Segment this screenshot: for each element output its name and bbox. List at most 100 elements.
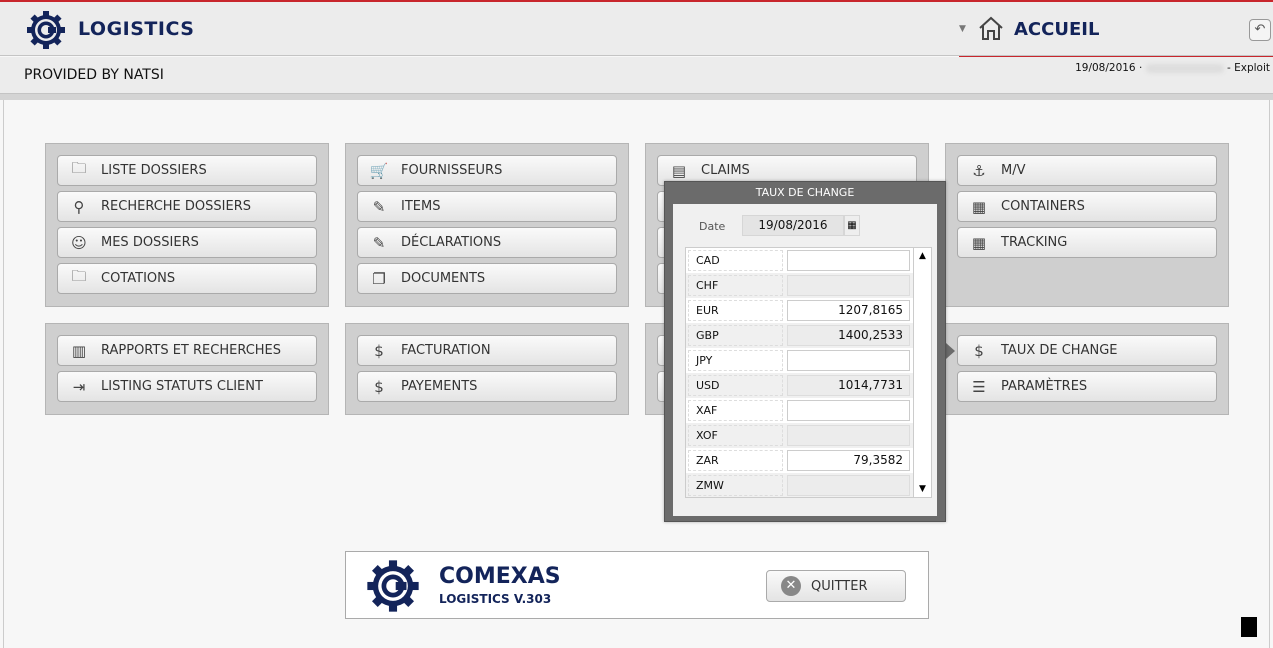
menu-button-recherche-dossiers[interactable]: ⚲ RECHERCHE DOSSIERS: [57, 191, 317, 222]
menu-button-payements[interactable]: $ PAYEMENTS: [357, 371, 617, 402]
button-label: ITEMS: [401, 199, 441, 214]
home-icon[interactable]: [978, 15, 1004, 41]
rate-row: GBP 1400,2533: [686, 323, 914, 348]
rate-row: ZMW: [686, 473, 914, 497]
rate-input[interactable]: 1014,7731: [787, 375, 910, 396]
menu-button-cotations[interactable]: 🗀 COTATIONS: [57, 263, 317, 294]
rate-row: CHF: [686, 273, 914, 298]
menu-panel: ⚓ M/V ▦ CONTAINERS ▦ TRACKING: [945, 143, 1229, 307]
scrollbar[interactable]: ▲ ▼: [913, 248, 931, 497]
search-icon: ⚲: [73, 197, 85, 216]
currency-code: ZMW: [688, 475, 783, 496]
product-version: LOGISTICS V.303: [439, 592, 552, 606]
button-label: RECHERCHE DOSSIERS: [101, 199, 251, 214]
menu-panel: ▥ RAPPORTS ET RECHERCHES ⇥ LISTING STATUTS …: [45, 323, 329, 415]
button-label: PAYEMENTS: [401, 379, 478, 394]
menu-button-items[interactable]: ✎ ITEMS: [357, 191, 617, 222]
currency-code: GBP: [688, 325, 783, 346]
calendar-icon[interactable]: ▦: [844, 215, 860, 236]
app-title: LOGISTICS: [78, 18, 195, 40]
popup-pointer: [946, 343, 955, 359]
comexas-logo-icon: [27, 11, 65, 49]
rate-input[interactable]: [787, 425, 910, 446]
import-icon: ⇥: [72, 377, 86, 396]
session-date: 19/08/2016: [1075, 62, 1136, 74]
menu-button-containers[interactable]: ▦ CONTAINERS: [957, 191, 1217, 222]
rate-row: EUR 1207,8165: [686, 298, 914, 323]
button-label: FOURNISSEURS: [401, 163, 503, 178]
button-label: LISTING STATUTS CLIENT: [101, 379, 263, 394]
menu-button-liste-dossiers[interactable]: 🗀 LISTE DOSSIERS: [57, 155, 317, 186]
provided-by: PROVIDED BY NATSI: [24, 67, 164, 83]
menu-panel: 🛒 FOURNISSEURS ✎ ITEMS ✎ DÉCLARATIONS ❐ DOCUMEN…: [345, 143, 629, 307]
dollar-doc-icon: $: [374, 377, 384, 396]
menu-button-taux-de-change[interactable]: $ TAUX DE CHANGE: [957, 335, 1217, 366]
menu-button-rapports-et-recherches[interactable]: ▥ RAPPORTS ET RECHERCHES: [57, 335, 317, 366]
rate-input[interactable]: [787, 275, 910, 296]
button-label: CONTAINERS: [1001, 199, 1085, 214]
grid-icon: ▦: [971, 197, 987, 216]
edit-icon: ✎: [372, 233, 386, 252]
puzzle-icon: ✎: [372, 197, 386, 216]
menu-button-tracking[interactable]: ▦ TRACKING: [957, 227, 1217, 258]
rate-input[interactable]: [787, 400, 910, 421]
dollar-doc-icon: $: [374, 341, 384, 360]
rate-input[interactable]: 1400,2533: [787, 325, 910, 346]
documents-icon: ❐: [372, 269, 386, 288]
menu-button-listing-statuts-client[interactable]: ⇥ LISTING STATUTS CLIENT: [57, 371, 317, 402]
session-role: - Exploit: [1226, 62, 1270, 74]
menu-panel: 🗀 LISTE DOSSIERS ⚲ RECHERCHE DOSSIERS ☺ MES D…: [45, 143, 329, 307]
rate-input[interactable]: 79,3582: [787, 450, 910, 471]
currency-code: EUR: [688, 300, 783, 321]
rate-input[interactable]: [787, 350, 910, 371]
top-bar: LOGISTICS ▼ ACCUEIL ↶: [0, 0, 1273, 58]
menu-button-fournisseurs[interactable]: 🛒 FOURNISSEURS: [357, 155, 617, 186]
cart-icon: 🛒: [369, 161, 389, 180]
rate-row: CAD: [686, 248, 914, 273]
scroll-up-icon[interactable]: ▲: [914, 248, 931, 264]
rate-input[interactable]: [787, 250, 910, 271]
back-button[interactable]: ↶: [1249, 19, 1271, 41]
rate-input[interactable]: 1207,8165: [787, 300, 910, 321]
rate-row: JPY: [686, 348, 914, 373]
currency-code: XAF: [688, 400, 783, 421]
currency-code: ZAR: [688, 450, 783, 471]
menu-panel: $ FACTURATION $ PAYEMENTS: [345, 323, 629, 415]
button-label: LISTE DOSSIERS: [101, 163, 207, 178]
menu-button-documents[interactable]: ❐ DOCUMENTS: [357, 263, 617, 294]
button-label: COTATIONS: [101, 271, 176, 286]
rate-row: USD 1014,7731: [686, 373, 914, 398]
rate-row: XAF: [686, 398, 914, 423]
menu-button-facturation[interactable]: $ FACTURATION: [357, 335, 617, 366]
close-icon: ✕: [781, 576, 801, 596]
quit-button[interactable]: ✕ QUITTER: [766, 570, 906, 602]
rate-input[interactable]: [787, 475, 910, 496]
currency-code: JPY: [688, 350, 783, 371]
comment-icon: ▤: [671, 161, 687, 180]
popup-title: TAUX DE CHANGE: [755, 186, 855, 199]
exchange-rate-popup: TAUX DE CHANGE Date 19/08/2016 ▦ ZMW ZAR 7…: [664, 181, 946, 522]
menu-button-déclarations[interactable]: ✎ DÉCLARATIONS: [357, 227, 617, 258]
corner-icon[interactable]: [1241, 617, 1257, 637]
rates-table: ZMW ZAR 79,3582 XOF XAF USD 1014,7731 JPY GBP 140…: [685, 247, 932, 498]
bar-chart-icon: ▥: [71, 341, 87, 360]
menu-button-mes-dossiers[interactable]: ☺ MES DOSSIERS: [57, 227, 317, 258]
button-label: M/V: [1001, 163, 1026, 178]
ship-icon: ⚓: [972, 161, 986, 180]
folder-icon: 🗀: [71, 267, 87, 285]
scroll-down-icon[interactable]: ▼: [914, 481, 931, 497]
button-label: CLAIMS: [701, 163, 750, 178]
button-label: DOCUMENTS: [401, 271, 486, 286]
date-field[interactable]: 19/08/2016: [742, 215, 844, 236]
rate-row: XOF: [686, 423, 914, 448]
date-label: Date: [699, 220, 726, 233]
menu-panel: $ TAUX DE CHANGE ☰ PARAMÈTRES: [945, 323, 1229, 415]
page-title: ACCUEIL: [1014, 19, 1100, 40]
currency-code: USD: [688, 375, 783, 396]
dropdown-arrow-icon[interactable]: ▼: [959, 24, 966, 34]
currency-code: CHF: [688, 275, 783, 296]
product-name: COMEXAS: [439, 564, 561, 589]
menu-button-m-v[interactable]: ⚓ M/V: [957, 155, 1217, 186]
dollar-doc-icon: $: [974, 341, 984, 360]
menu-button-paramètres[interactable]: ☰ PARAMÈTRES: [957, 371, 1217, 402]
